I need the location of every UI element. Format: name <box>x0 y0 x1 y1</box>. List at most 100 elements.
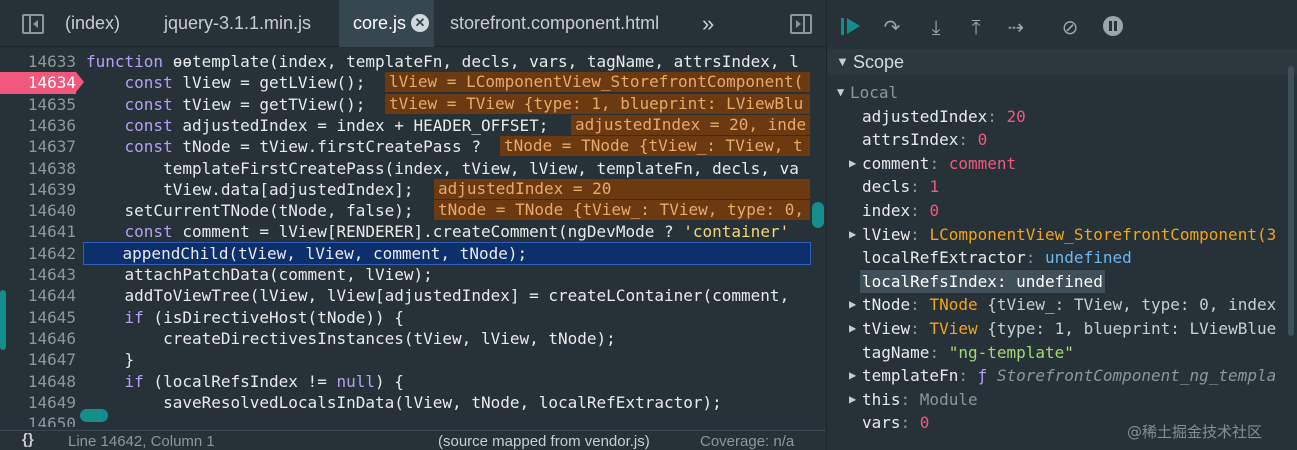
code-line[interactable]: 14643 attachPatchData(comment, lView); <box>0 264 826 285</box>
scope-variable-row[interactable]: ▶ comment: comment <box>827 152 1297 176</box>
step-out-icon[interactable]: ⤒ <box>965 16 987 38</box>
scope-variable-row[interactable]: attrsIndex: 0 <box>827 128 1297 152</box>
code-line[interactable]: 14633 function ɵɵtemplate(index, template… <box>0 51 826 72</box>
line-number[interactable]: 14643 <box>0 264 76 285</box>
variable-value: LComponentView_StorefrontComponent(3 <box>929 224 1277 244</box>
source-map-link[interactable]: (source mapped from vendor.js) <box>438 433 650 450</box>
variable-name: this <box>862 389 901 409</box>
scope-variable-row[interactable]: decls: 1 <box>827 175 1297 199</box>
step-over-icon[interactable]: ↷ <box>881 16 903 38</box>
code-text: } <box>86 350 135 370</box>
variable-entry: index: 0 <box>862 199 939 223</box>
line-number[interactable]: 14640 <box>0 200 76 221</box>
expand-arrow-icon[interactable]: ▶ <box>849 388 856 412</box>
scope-variable-row[interactable]: localRefExtractor: undefined <box>827 246 1297 270</box>
variable-value: TNode <box>929 295 978 315</box>
variable-entry: tNode: TNode {tView_: TView, type: 0, in… <box>862 293 1276 317</box>
step-into-icon[interactable]: ⤓ <box>925 16 947 38</box>
code-line[interactable]: 14634 const lView = getLView(); lView = L… <box>0 72 826 94</box>
scope-variable-row[interactable]: adjustedIndex: 20 <box>827 105 1297 129</box>
line-number[interactable]: 14636 <box>0 115 76 136</box>
scope-variable-row[interactable]: index: 0 <box>827 199 1297 223</box>
code-line[interactable]: 14647 } <box>0 349 826 370</box>
local-scope-header[interactable]: ▼ Local <box>827 81 1297 105</box>
more-tabs-icon[interactable]: » <box>702 0 714 47</box>
code-line[interactable]: 14649 saveResolvedLocalsInData(lView, tN… <box>0 392 826 413</box>
line-number[interactable]: 14645 <box>0 307 76 328</box>
toggle-debugger-icon[interactable] <box>790 14 812 34</box>
line-number[interactable]: 14649 <box>0 392 76 413</box>
pretty-print-button[interactable]: {} <box>22 431 34 448</box>
scope-section-header[interactable]: ▼ Scope <box>827 49 1297 75</box>
horizontal-scrollbar-thumb[interactable] <box>80 409 108 422</box>
variable-entry: decls: 1 <box>862 175 939 199</box>
line-number[interactable]: 14646 <box>0 328 76 349</box>
expand-arrow-icon[interactable]: ▶ <box>849 152 856 176</box>
code-line[interactable]: 14636 const adjustedIndex = index + HEAD… <box>0 114 826 136</box>
line-number[interactable]: 14642 <box>0 243 76 264</box>
expand-arrow-icon[interactable]: ▶ <box>849 293 856 317</box>
code-area[interactable]: 14633 function ɵɵtemplate(index, template… <box>0 47 826 427</box>
variable-entry: comment: comment <box>862 152 1016 176</box>
line-number[interactable]: 14635 <box>0 94 76 115</box>
code-text: templateFirstCreatePass(index, tView, lV… <box>86 158 799 178</box>
line-number[interactable]: 14648 <box>0 371 76 392</box>
code-line[interactable]: 14650 <box>0 413 826 427</box>
breakpoint-marker[interactable]: 14634 <box>0 72 84 94</box>
cursor-position: Line 14642, Column 1 <box>68 433 215 450</box>
scope-variable-row[interactable]: ▶ this: Module <box>827 388 1297 412</box>
deactivate-breakpoints-icon[interactable]: ⊘ <box>1059 16 1081 38</box>
code-line[interactable]: 14641 const comment = lView[RENDERER].cr… <box>0 221 826 242</box>
code-line[interactable]: 14642 appendChild(tView, lView, comment,… <box>0 241 826 265</box>
code-line[interactable]: 14638 templateFirstCreatePass(index, tVi… <box>0 158 826 179</box>
close-tab-icon[interactable]: ✕ <box>411 14 429 32</box>
line-number[interactable]: 14637 <box>0 136 76 157</box>
scope-variable-row[interactable]: ▶ templateFn: ƒ StorefrontComponent_ng_te… <box>827 364 1297 388</box>
code-line[interactable]: 14640 setCurrentTNode(tNode, false); tNod… <box>0 200 826 221</box>
separator: : <box>910 201 930 220</box>
local-scope-label: Local <box>850 83 899 102</box>
scope-variable-row[interactable]: ▶ tNode: TNode {tView_: TView, type: 0, i… <box>827 293 1297 317</box>
code-line[interactable]: 14635 const tView = getTView(); tView = T… <box>0 93 826 115</box>
tab-jquery[interactable]: jquery-3.1.1.min.js <box>154 0 321 47</box>
inline-value-hint: adjustedIndex = 20 <box>434 178 810 199</box>
expand-arrow-icon[interactable]: ▶ <box>849 317 856 341</box>
tab-storefront-component[interactable]: storefront.component.html <box>440 0 669 47</box>
variable-entry: tView: TView {type: 1, blueprint: LViewB… <box>862 317 1276 341</box>
line-number[interactable]: 14633 <box>0 51 76 72</box>
line-number[interactable]: 14641 <box>0 221 76 242</box>
code-line[interactable]: 14645 if (isDirectiveHost(tNode)) { <box>0 307 826 328</box>
resume-icon[interactable] <box>841 16 863 38</box>
code-line[interactable]: 14648 if (localRefsIndex != null) { <box>0 371 826 392</box>
variable-entry: tagName: "ng-template" <box>862 341 1074 365</box>
code-line[interactable]: 14639 tView.data[adjustedIndex]; adjusted… <box>0 178 826 200</box>
code-text: const comment = lView[RENDERER].createCo… <box>124 222 790 242</box>
expand-arrow-icon[interactable]: ▶ <box>849 223 856 247</box>
variable-entry: adjustedIndex: 20 <box>862 105 1026 129</box>
variable-name: adjustedIndex <box>862 106 988 126</box>
code-text: appendChild(tView, lView, comment, tNode… <box>83 241 811 265</box>
tab-index[interactable]: (index) <box>55 0 130 47</box>
line-number[interactable]: 14647 <box>0 349 76 370</box>
tab-core-js[interactable]: core.js ✕ <box>339 0 434 47</box>
code-line[interactable]: 14646 createDirectivesInstances(tView, l… <box>0 328 826 349</box>
code-text: const tNode = tView.firstCreatePass ? <box>124 137 481 157</box>
step-icon[interactable]: ⇢ <box>1005 16 1027 38</box>
toggle-navigator-icon[interactable] <box>22 14 44 34</box>
line-number[interactable]: 14638 <box>0 158 76 179</box>
scope-variable-row[interactable]: ▶ tView: TView {type: 1, blueprint: LView… <box>827 317 1297 341</box>
line-number[interactable]: 14639 <box>0 179 76 200</box>
line-number[interactable]: 14650 <box>0 413 76 427</box>
scope-variable-row[interactable]: tagName: "ng-template" <box>827 341 1297 365</box>
code-line[interactable]: 14644 addToViewTree(lView, lView[adjuste… <box>0 285 826 306</box>
pause-on-exceptions-icon[interactable] <box>1103 16 1125 38</box>
scope-variable-row[interactable]: localRefsIndex: undefined <box>827 269 1297 294</box>
line-number[interactable]: 14644 <box>0 285 76 306</box>
code-line[interactable]: 14637 const tNode = tView.firstCreatePas… <box>0 136 826 157</box>
expand-arrow-icon[interactable]: ▶ <box>849 364 856 388</box>
variable-name: index <box>862 201 911 220</box>
vertical-scrollbar-thumb[interactable] <box>812 202 824 228</box>
scope-scrollbar-thumb[interactable] <box>1288 66 1294 336</box>
scope-variable-row[interactable]: ▶ lView: LComponentView_StorefrontCompone… <box>827 223 1297 247</box>
inline-value-hint: lView = LComponentView_StorefrontCompone… <box>385 72 810 93</box>
